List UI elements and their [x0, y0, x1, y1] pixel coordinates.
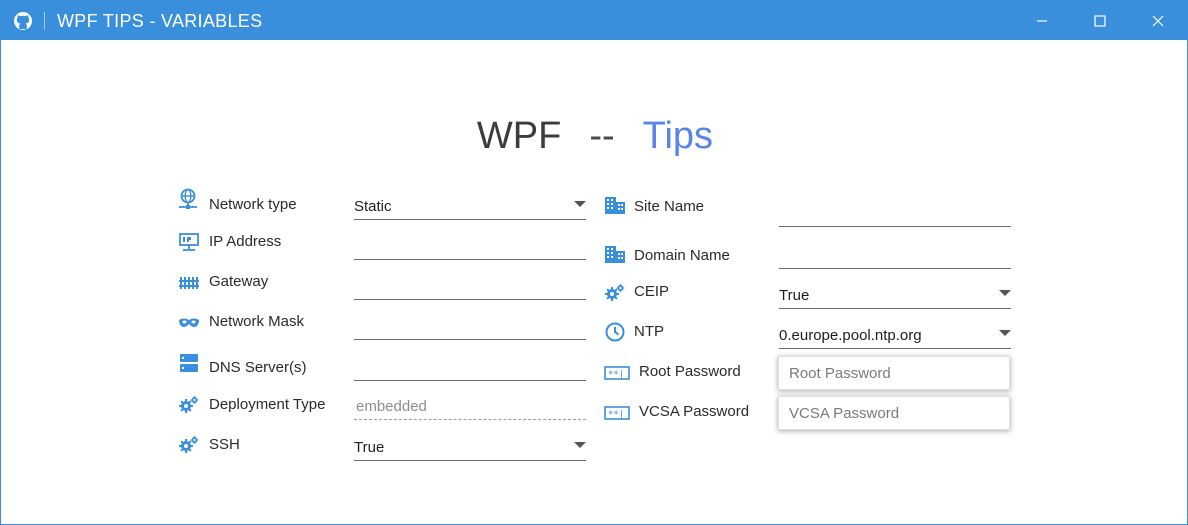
- network-type-label: Network type: [209, 196, 297, 213]
- site-name-label: Site Name: [634, 198, 705, 215]
- heading-separator: --: [589, 115, 615, 157]
- ntp-label: NTP: [634, 323, 664, 340]
- title-separator: [44, 12, 45, 30]
- network-mask-label: Network Mask: [209, 313, 305, 330]
- gateway-label: Gateway: [209, 273, 269, 290]
- svg-text:**|: **|: [608, 410, 624, 420]
- close-button[interactable]: [1129, 1, 1187, 40]
- github-logo-icon: [13, 11, 33, 31]
- dns-servers-label: DNS Server(s): [209, 359, 307, 376]
- network-type-value: Static: [354, 198, 392, 215]
- vcsa-password-placeholder: VCSA Password: [789, 405, 900, 422]
- heading-tips: Tips: [642, 115, 714, 157]
- server-icon: [178, 352, 200, 374]
- close-icon: [1152, 15, 1164, 26]
- deployment-type-value: embedded: [356, 398, 427, 415]
- ntp-select[interactable]: 0.europe.pool.ntp.org: [779, 324, 1011, 349]
- network-type-select[interactable]: Static: [354, 195, 586, 220]
- clock-icon: [604, 321, 626, 343]
- gateway-input[interactable]: [354, 275, 586, 300]
- minimize-icon: [1037, 19, 1047, 22]
- root-password-label: Root Password: [639, 363, 741, 380]
- root-password-placeholder: Root Password: [789, 365, 891, 382]
- domain-name-input[interactable]: [779, 244, 1011, 269]
- page-heading: WPF -- Tips: [1, 113, 1188, 159]
- chevron-down-icon: [999, 290, 1011, 296]
- ceip-label: CEIP: [634, 283, 670, 300]
- ip-address-label: IP Address: [209, 233, 282, 250]
- building-icon: [604, 194, 626, 216]
- root-password-input[interactable]: Root Password: [778, 356, 1010, 390]
- mask-icon: [178, 312, 200, 334]
- chevron-down-icon: [999, 330, 1011, 336]
- vcsa-password-input[interactable]: VCSA Password: [778, 396, 1010, 430]
- gears-icon: [178, 394, 200, 416]
- domain-name-label: Domain Name: [634, 247, 730, 264]
- chevron-down-icon: [574, 201, 586, 207]
- ip-monitor-icon: [178, 231, 200, 253]
- svg-text:**|: **|: [608, 370, 624, 380]
- heading-wpf: WPF: [476, 115, 562, 157]
- deployment-type-label: Deployment Type: [209, 396, 326, 413]
- ssh-select[interactable]: True: [354, 436, 586, 461]
- globe-network-icon: [177, 188, 199, 210]
- gears-icon: [178, 434, 200, 456]
- maximize-button[interactable]: [1071, 1, 1129, 40]
- maximize-icon: [1094, 14, 1106, 27]
- gears-icon: [604, 282, 626, 304]
- chevron-down-icon: [574, 442, 586, 448]
- site-name-input[interactable]: [779, 202, 1011, 227]
- ceip-value: True: [779, 287, 810, 304]
- ssh-label: SSH: [209, 436, 240, 453]
- ip-address-input[interactable]: [354, 235, 586, 260]
- gateway-fence-icon: [178, 271, 200, 293]
- password-icon: **|: [604, 362, 630, 384]
- building-icon: [604, 243, 626, 265]
- network-mask-input[interactable]: [354, 315, 586, 340]
- vcsa-password-label: VCSA Password: [639, 403, 750, 420]
- app-window: WPF TIPS - VARIABLES WPF -- Tips Network t…: [0, 0, 1188, 525]
- deployment-type-input: embedded: [354, 395, 586, 420]
- minimize-button[interactable]: [1013, 1, 1071, 40]
- ceip-select[interactable]: True: [779, 284, 1011, 309]
- title-bar[interactable]: WPF TIPS - VARIABLES: [1, 1, 1187, 40]
- ntp-value: 0.europe.pool.ntp.org: [779, 327, 922, 344]
- ssh-value: True: [354, 439, 385, 456]
- window-title: WPF TIPS - VARIABLES: [57, 11, 263, 31]
- dns-servers-input[interactable]: [354, 356, 586, 381]
- password-icon: **|: [604, 402, 630, 424]
